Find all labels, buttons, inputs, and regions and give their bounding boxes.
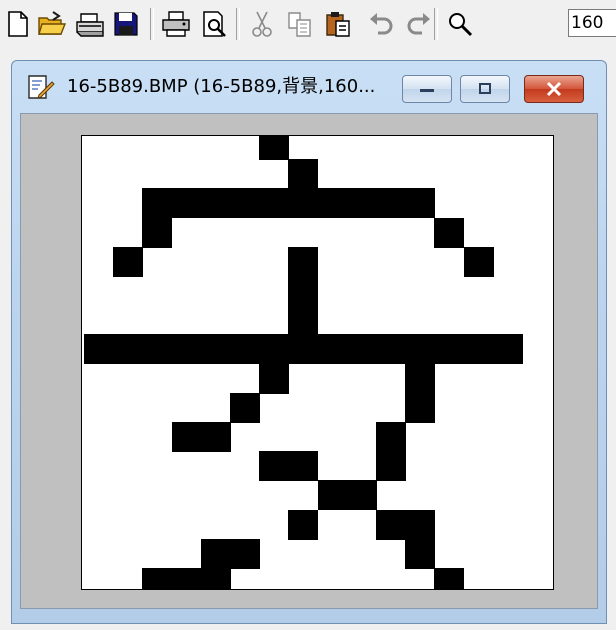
printer-icon [162,11,190,37]
bitmap-pixel [405,510,435,540]
bitmap-pixel [434,334,464,364]
bitmap-pixel [376,188,406,218]
undo-arrow-icon [370,13,393,35]
bitmap-pixel [288,247,318,277]
bitmap-pixel [376,422,406,452]
bitmap-pixel [347,334,377,364]
bitmap-pixel [288,510,318,540]
bitmap-pixel [230,539,260,569]
bitmap-pixel [259,334,289,364]
bitmap-pixel [376,510,406,540]
redo-arrow-icon [407,13,430,35]
bitmap-pixel [376,334,406,364]
toolbar-separator [150,8,154,40]
bitmap-pixel [347,480,377,510]
new-file-button[interactable] [0,6,36,42]
bitmap-pixel [318,188,348,218]
bitmap-pixel [201,539,231,569]
new-document-icon [8,11,28,37]
print-preview-button[interactable] [196,6,232,42]
bitmap-pixel [318,334,348,364]
bitmap-pixel [464,247,494,277]
bitmap-pixel [434,568,464,589]
bitmap-pixel [142,568,172,589]
save-button[interactable] [108,6,144,42]
close-icon [546,81,562,97]
edit-document-icon [28,75,55,99]
bitmap-pixel [434,218,464,248]
scissors-icon [252,11,272,37]
window-title-bar[interactable]: 16-5B89.BMP (16-5B89,背景,160... [12,61,606,113]
toolbar-separator [434,8,438,40]
main-toolbar: 160 [0,0,616,50]
bitmap-pixel [259,364,289,394]
redo-button[interactable] [400,6,436,42]
copy-icon [288,12,311,37]
bitmap-pixel [288,451,318,481]
bitmap-pixel [405,393,435,423]
zoom-button[interactable] [442,6,478,42]
minimize-button[interactable] [402,75,452,103]
bitmap-pixel [259,136,289,160]
bitmap-pixel [172,422,202,452]
bitmap-pixel [288,305,318,335]
print-preview-icon [203,11,226,37]
clipboard-icon [326,12,350,37]
bitmap-pixel [113,247,143,277]
undo-button[interactable] [364,6,400,42]
bitmap-pixel [142,218,172,248]
bitmap-pixel [84,334,114,364]
bitmap-pixel [288,159,318,189]
maximize-icon [479,83,491,94]
bitmap-pixel [288,188,318,218]
minimize-icon [420,89,434,92]
bitmap-pixel [201,422,231,452]
bitmap-pixel [464,334,494,364]
scan-button[interactable] [72,6,108,42]
bitmap-pixel [230,188,260,218]
bitmap-pixel [172,568,202,589]
maximize-button[interactable] [460,75,510,103]
close-button[interactable] [524,75,584,103]
bitmap-pixel [142,334,172,364]
bitmap-pixel [113,334,143,364]
bitmap-pixel [230,334,260,364]
bitmap-pixel [259,451,289,481]
print-button[interactable] [158,6,194,42]
bitmap-pixel [201,334,231,364]
paste-button[interactable] [320,6,356,42]
bitmap-pixel [405,334,435,364]
image-document-window[interactable]: 16-5B89.BMP (16-5B89,背景,160... [11,60,607,624]
bitmap-pixel [172,188,202,218]
bitmap-pixel [259,188,289,218]
open-folder-icon [38,11,67,35]
magnifier-icon [449,13,473,37]
bitmap-pixel [318,480,348,510]
bitmap-pixel [201,188,231,218]
bitmap-canvas[interactable] [81,135,554,590]
cut-button[interactable] [244,6,280,42]
toolbar-separator [236,8,240,40]
bitmap-pixel [142,188,172,218]
bitmap-pixel [201,568,231,589]
scanner-icon [76,13,104,37]
bitmap-pixel [493,334,523,364]
bitmap-pixel [376,451,406,481]
bitmap-pixel [288,334,318,364]
open-file-button[interactable] [34,6,70,42]
bitmap-pixel [347,188,377,218]
floppy-disk-icon [114,12,138,36]
image-client-area [20,113,598,609]
bitmap-pixel [288,276,318,306]
zoom-level-field[interactable]: 160 [568,9,616,37]
copy-button[interactable] [282,6,318,42]
bitmap-pixel [405,539,435,569]
bitmap-pixel [405,364,435,394]
bitmap-pixel [405,188,435,218]
window-title: 16-5B89.BMP (16-5B89,背景,160... [67,76,376,97]
bitmap-pixel [230,393,260,423]
bitmap-pixel [172,334,202,364]
